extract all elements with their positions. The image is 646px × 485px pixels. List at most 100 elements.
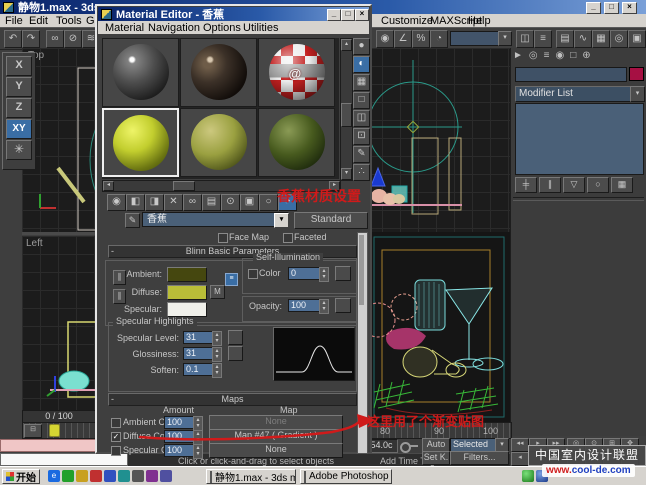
modifier-stack-list[interactable]: [515, 103, 644, 175]
me-minimize-button[interactable]: _: [327, 9, 341, 21]
quicklaunch-icon[interactable]: [90, 470, 102, 482]
me-menu-options[interactable]: Options: [203, 22, 241, 34]
material-id-channel-icon[interactable]: ⊙: [221, 194, 240, 211]
ambient-amount-field[interactable]: 100: [164, 416, 196, 429]
tab-motion-icon[interactable]: ◉: [555, 50, 570, 61]
me-close-button[interactable]: ×: [355, 9, 369, 21]
sample-slot-3[interactable]: @: [258, 38, 335, 107]
quicklaunch-icon[interactable]: [146, 470, 158, 482]
glossiness-field[interactable]: 31: [183, 347, 215, 360]
put-to-scene-icon[interactable]: ◧: [126, 194, 145, 211]
named-selection-dropdown[interactable]: [450, 31, 500, 46]
diffuse-map-checkbox[interactable]: ✓: [111, 432, 121, 442]
params-scrollbar[interactable]: [357, 232, 368, 454]
get-material-icon[interactable]: ◉: [107, 194, 126, 211]
angle-snap-icon[interactable]: ∠: [394, 30, 412, 48]
quicklaunch-icon[interactable]: [118, 470, 130, 482]
ambient-map-button[interactable]: None: [209, 415, 343, 430]
material-name-dropdown[interactable]: 香蕉: [142, 212, 288, 227]
make-unique-stack-icon[interactable]: ▽: [563, 177, 585, 193]
specular-color-swatch[interactable]: [167, 302, 207, 317]
slots-scroll-down-icon[interactable]: ▾: [341, 168, 352, 180]
render-icon[interactable]: ▣: [628, 30, 646, 48]
ambient-map-checkbox[interactable]: [111, 418, 121, 428]
key-filter-dropdown[interactable]: Selected: [450, 438, 498, 452]
self-illum-spinner[interactable]: ▴▾: [319, 267, 329, 282]
max-close-button[interactable]: ×: [622, 2, 637, 14]
put-to-library-icon[interactable]: ▤: [202, 194, 221, 211]
material-type-button[interactable]: Standard: [294, 212, 368, 229]
slots-hscroll-thumb[interactable]: [173, 181, 195, 191]
axis-z-button[interactable]: Z: [6, 98, 32, 118]
max-restore-button[interactable]: □: [604, 2, 619, 14]
diffuse-map-shortcut-button[interactable]: M: [210, 285, 225, 299]
auto-key-button[interactable]: Auto: [422, 438, 450, 452]
opacity-spinner[interactable]: ▴▾: [319, 299, 329, 314]
go-to-parent-icon[interactable]: ◔: [278, 194, 297, 211]
align-icon[interactable]: ≡: [534, 30, 552, 48]
specular-map-button[interactable]: None: [209, 443, 343, 458]
specular-level-field[interactable]: 31: [183, 331, 215, 344]
tab-utilities-icon[interactable]: ⊕: [582, 50, 596, 61]
face-map-checkbox[interactable]: [218, 233, 228, 243]
me-menu-navigation[interactable]: Navigation: [148, 22, 200, 34]
tray-icon[interactable]: [522, 470, 534, 482]
snap-toggle-icon[interactable]: ◉: [376, 30, 394, 48]
backlight-icon[interactable]: ◐: [353, 56, 370, 73]
sample-type-icon[interactable]: ●: [353, 38, 370, 55]
material-map-navigator-icon[interactable]: ∴: [353, 164, 370, 181]
maps-collapse-icon[interactable]: -: [111, 394, 114, 405]
snap-gizmo-icon[interactable]: ✳: [6, 140, 32, 160]
specular-level-map-button[interactable]: [228, 330, 243, 345]
specular-amount-spinner[interactable]: ▴▾: [193, 444, 203, 459]
ambient-amount-spinner[interactable]: ▴▾: [193, 416, 203, 431]
show-end-result-icon[interactable]: ○: [259, 194, 278, 211]
taskbar-item-max[interactable]: 静物1.max - 3ds m...: [206, 469, 296, 484]
tab-display-icon[interactable]: □: [570, 50, 582, 61]
select-link-icon[interactable]: ∞: [46, 30, 64, 48]
make-unique-icon[interactable]: ∞: [183, 194, 202, 211]
sample-slot-2[interactable]: [180, 38, 257, 107]
assign-to-selection-icon[interactable]: ◨: [145, 194, 164, 211]
opacity-value-field[interactable]: 100: [288, 299, 322, 312]
quicklaunch-icon[interactable]: [62, 470, 74, 482]
mirror-icon[interactable]: ◫: [516, 30, 534, 48]
slots-vscrollbar[interactable]: ▴ ▾: [340, 38, 353, 181]
percent-snap-icon[interactable]: %: [412, 30, 430, 48]
remove-modifier-icon[interactable]: ○: [587, 177, 609, 193]
viewport-camera[interactable]: [372, 232, 510, 422]
soften-field[interactable]: 0.1: [183, 363, 215, 376]
slots-scroll-thumb[interactable]: [341, 103, 352, 127]
slots-scroll-right-icon[interactable]: ▸: [329, 181, 340, 191]
set-key-button[interactable]: Set K.: [422, 451, 450, 465]
redo-icon[interactable]: ↷: [22, 30, 40, 48]
axis-y-button[interactable]: Y: [6, 77, 32, 97]
ambient-color-swatch[interactable]: [167, 267, 207, 282]
go-to-start-icon[interactable]: ◂◂: [511, 438, 529, 452]
specular-level-spinner[interactable]: ▴▾: [212, 331, 222, 346]
tab-modify-icon[interactable]: ◎: [529, 50, 544, 61]
menu-tools[interactable]: Tools: [56, 15, 82, 27]
reset-map-icon[interactable]: ✕: [164, 194, 183, 211]
quicklaunch-icon[interactable]: [132, 470, 144, 482]
sample-uv-tiling-icon[interactable]: □: [353, 92, 370, 109]
menu-help[interactable]: Help: [468, 15, 491, 27]
background-icon[interactable]: ▦: [353, 74, 370, 91]
diffuse-amount-spinner[interactable]: ▴▾: [193, 430, 203, 445]
sample-slot-5[interactable]: [180, 108, 257, 177]
max-minimize-button[interactable]: _: [586, 2, 601, 14]
object-name-field[interactable]: [515, 67, 627, 82]
slots-hscrollbar[interactable]: ◂ ▸: [102, 180, 341, 192]
menu-customize[interactable]: Customize: [381, 15, 433, 27]
tab-create-icon[interactable]: ►: [513, 50, 529, 61]
show-map-in-viewport-icon[interactable]: ▣: [240, 194, 259, 211]
modifier-list-dropdown[interactable]: Modifier List: [515, 86, 634, 102]
maxscript-listener-white[interactable]: [0, 453, 128, 466]
schematic-view-icon[interactable]: ▦: [592, 30, 610, 48]
me-restore-button[interactable]: □: [341, 9, 355, 21]
video-color-check-icon[interactable]: ◫: [353, 110, 370, 127]
layer-manager-icon[interactable]: ▤: [556, 30, 574, 48]
menu-file[interactable]: File: [5, 15, 23, 27]
named-selection-arrow-icon[interactable]: ▾: [498, 31, 512, 46]
sample-slot-4-selected[interactable]: [102, 108, 179, 177]
